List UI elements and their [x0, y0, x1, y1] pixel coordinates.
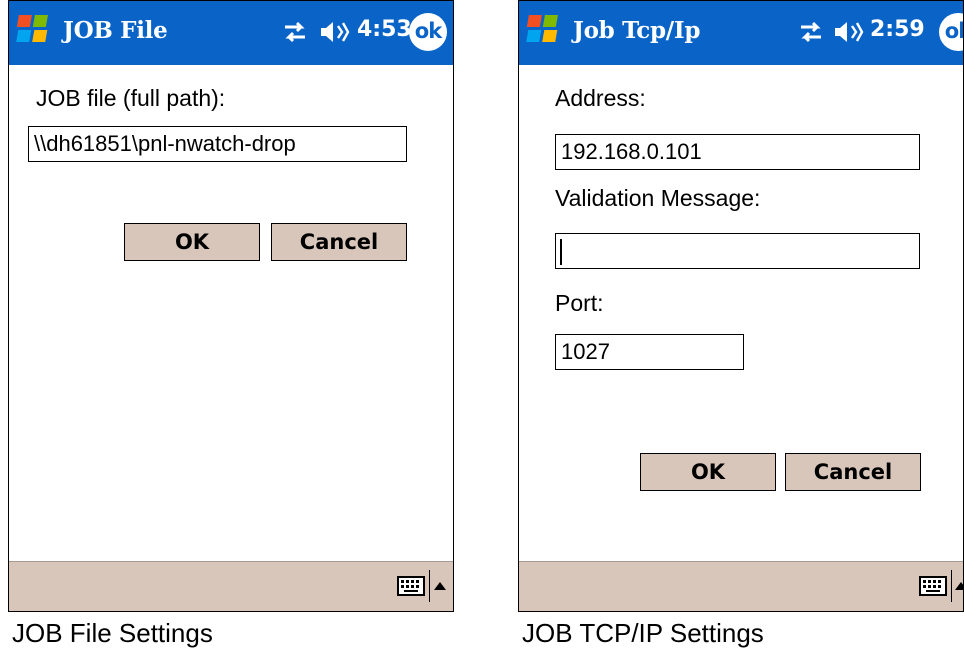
speaker-icon[interactable]	[319, 19, 351, 45]
port-input[interactable]: 1027	[555, 334, 744, 370]
address-input[interactable]: 192.168.0.101	[555, 134, 920, 170]
windows-start-icon[interactable]	[13, 9, 59, 53]
input-menu-arrow-icon[interactable]	[434, 582, 446, 590]
cancel-button[interactable]: Cancel	[271, 223, 407, 261]
title-bar: JOB File 4:53 ok	[9, 1, 453, 65]
ok-close-icon[interactable]: ok	[409, 13, 447, 51]
bottom-menu-bar	[519, 561, 963, 611]
keyboard-icon[interactable]	[919, 574, 947, 598]
window-title: JOB File	[63, 17, 168, 44]
bottom-menu-bar	[9, 561, 453, 611]
job-file-path-input[interactable]: \\dh61851\pnl-nwatch-drop	[28, 126, 407, 162]
validation-message-label: Validation Message:	[555, 185, 761, 211]
clock-time[interactable]: 4:53	[357, 17, 412, 42]
input-separator	[429, 570, 430, 602]
job-tcpip-screen: Job Tcp/Ip 2:59 ok Address: 192.168.0.10…	[518, 0, 964, 612]
left-caption: JOB File Settings	[12, 618, 213, 648]
keyboard-icon[interactable]	[397, 574, 425, 598]
window-title: Job Tcp/Ip	[573, 17, 701, 44]
job-file-screen: JOB File 4:53 ok JOB file (full path): \…	[8, 0, 454, 612]
connectivity-icon[interactable]	[281, 19, 309, 45]
ok-button[interactable]: OK	[124, 223, 260, 261]
text-cursor	[560, 239, 562, 265]
title-bar: Job Tcp/Ip 2:59 ok	[519, 1, 963, 65]
job-file-path-label: JOB file (full path):	[36, 85, 226, 111]
windows-start-icon[interactable]	[523, 9, 569, 53]
address-label: Address:	[555, 85, 646, 111]
cancel-button[interactable]: Cancel	[785, 453, 921, 491]
validation-message-input[interactable]	[555, 233, 920, 269]
input-separator	[951, 570, 952, 602]
ok-button[interactable]: OK	[640, 453, 776, 491]
clock-time[interactable]: 2:59	[870, 17, 925, 42]
speaker-icon[interactable]	[833, 19, 865, 45]
port-label: Port:	[555, 290, 604, 316]
input-menu-arrow-icon[interactable]	[955, 582, 963, 590]
right-caption: JOB TCP/IP Settings	[522, 618, 764, 648]
ok-close-icon[interactable]: ok	[939, 13, 963, 51]
connectivity-icon[interactable]	[797, 19, 825, 45]
